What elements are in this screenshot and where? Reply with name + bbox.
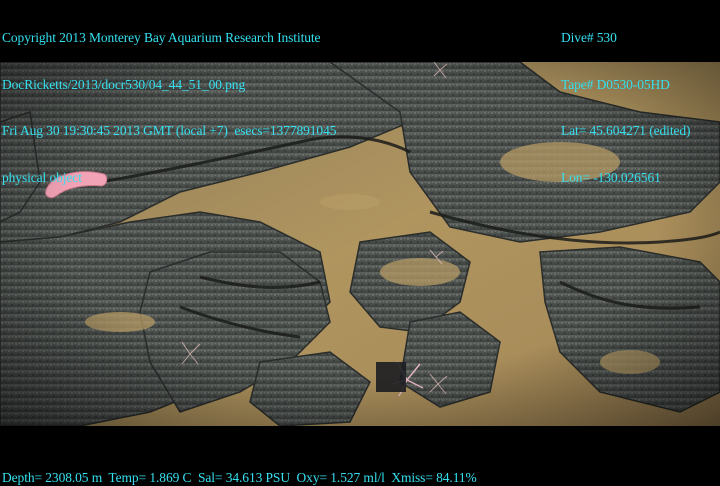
- latitude-text: Lat= 45.604271 (edited): [561, 123, 691, 138]
- metadata-top-right: Dive# 530 Tape# D0530-05HD Lat= 45.60427…: [561, 0, 691, 216]
- sensor-readout: Depth= 2308.05 m Temp= 1.869 C Sal= 34.6…: [2, 470, 477, 485]
- annotation-text: physical object: [2, 169, 82, 185]
- image-path-text: DocRicketts/2013/docr530/04_44_51_00.png: [2, 76, 246, 92]
- copyright-text: Copyright 2013 Monterey Bay Aquarium Res…: [2, 30, 321, 45]
- metadata-top-left: Copyright 2013 Monterey Bay Aquarium Res…: [2, 0, 336, 216]
- longitude-text: Lon= -130.026561: [561, 169, 661, 185]
- tape-number-text: Tape# D0530-05HD: [561, 76, 670, 92]
- dive-number-text: Dive# 530: [561, 30, 617, 45]
- timestamp-text: Fri Aug 30 19:30:45 2013 GMT (local +7) …: [2, 123, 337, 138]
- video-frame: Copyright 2013 Monterey Bay Aquarium Res…: [0, 0, 720, 486]
